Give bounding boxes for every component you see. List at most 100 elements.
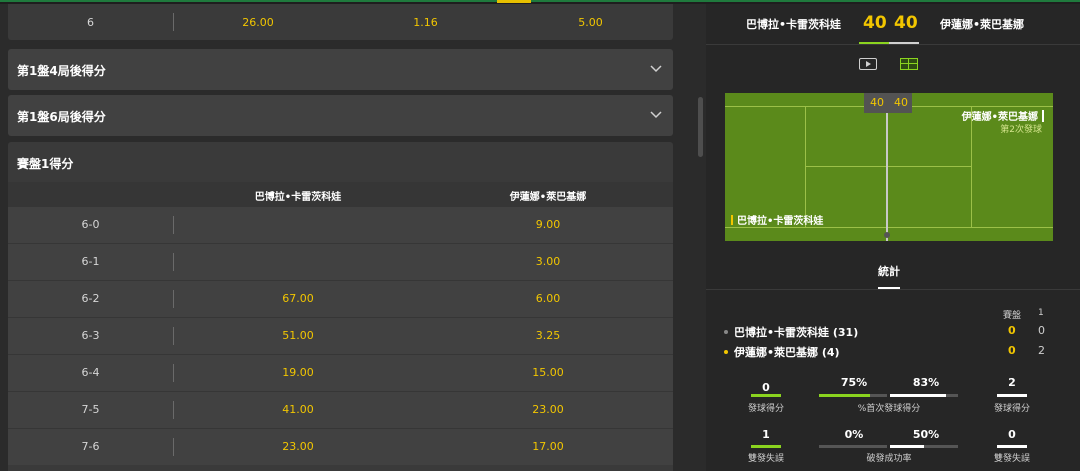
court-score1: 40 [870, 96, 884, 109]
odds-cell[interactable]: 19.00 [173, 366, 423, 379]
odds-cell[interactable]: 1.16 [343, 16, 508, 29]
stat-label: %首次發球得分 [857, 404, 921, 414]
table-row: 6-3 51.00 3.25 [8, 317, 673, 354]
divider [706, 289, 1080, 290]
accordion-title: 第1盤4局後得分 [17, 64, 106, 78]
set-header-number: 1 [1038, 308, 1044, 318]
divider [706, 44, 1080, 45]
stat-bar [890, 445, 924, 448]
odds-cell[interactable]: 67.00 [173, 292, 423, 305]
stat-value: 0 [762, 381, 770, 394]
odds-cell[interactable]: 9.00 [423, 218, 673, 231]
score-label: 6-1 [81, 255, 100, 268]
table-header: 巴博拉•卡雷茨科娃 伊蓮娜•萊巴基娜 [8, 182, 673, 206]
stat-value: 1 [762, 428, 770, 441]
odds-cell[interactable]: 41.00 [173, 403, 423, 416]
row-label: 6 [87, 16, 94, 29]
stat-label: 雙發失誤 [993, 454, 1030, 464]
chevron-down-icon[interactable] [649, 61, 663, 75]
player-points: 0 [1008, 344, 1016, 357]
score-label: 7-6 [81, 440, 100, 453]
odds-cell[interactable]: 3.00 [423, 255, 673, 268]
table-row: 6-2 67.00 6.00 [8, 280, 673, 317]
serve-note: 第2次發球 [1000, 125, 1042, 135]
stat-bar [997, 394, 1027, 397]
stat-label: 雙發失誤 [747, 454, 784, 464]
stat-value: 75% [840, 376, 868, 389]
table-row: 6-0 9.00 [8, 206, 673, 243]
player-row: 巴博拉•卡雷茨科娃 (31) [724, 324, 858, 340]
stat-value: 2 [1008, 376, 1016, 389]
market-title: 賽盤1得分 [17, 157, 74, 171]
set1-score-market: 賽盤1得分 巴博拉•卡雷茨科娃 伊蓮娜•萊巴基娜 6-0 9.00 6-1 3.… [8, 142, 673, 471]
column-header-player2: 伊蓮娜•萊巴基娜 [509, 192, 587, 203]
scoreboard-score2: 40 [894, 13, 918, 33]
stat-value: 0% [844, 428, 864, 441]
odds-row: 6 26.00 1.16 5.00 [8, 4, 673, 40]
tab-stats[interactable]: 統計 [878, 263, 900, 279]
player-set1: 0 [1038, 324, 1045, 337]
top-active-indicator [497, 0, 531, 3]
score-label: 6-3 [81, 329, 100, 342]
stat-label: 破發成功率 [866, 454, 912, 464]
odds-cell[interactable]: 5.00 [508, 16, 673, 29]
stat-bar [819, 394, 870, 397]
set-header-label: 賽盤 [1003, 311, 1022, 321]
stat-value: 50% [912, 428, 940, 441]
table-row: 6-4 19.00 15.00 [8, 354, 673, 391]
score-label: 6-4 [81, 366, 100, 379]
live-match-panel: 巴博拉•卡雷茨科娃 40 40 伊蓮娜•萊巴基娜 40 40 伊蓮娜•萊巴基娜 … [706, 4, 1080, 471]
player2-dot-icon [724, 350, 728, 354]
player-points: 0 [1008, 324, 1016, 337]
court-score2: 40 [894, 96, 908, 109]
player-row: 伊蓮娜•萊巴基娜 (4) [724, 344, 840, 360]
player1-dot-icon [724, 330, 728, 334]
score-label: 6-0 [81, 218, 100, 231]
court-line [971, 106, 972, 227]
tennis-court: 40 40 伊蓮娜•萊巴基娜 第2次發球 巴博拉•卡雷茨科娃 [725, 93, 1053, 241]
odds-cell[interactable]: 51.00 [173, 329, 423, 342]
table-row: 7-6 23.00 17.00 [8, 428, 673, 465]
odds-cell[interactable]: 23.00 [173, 440, 423, 453]
scoreboard-player1: 巴博拉•卡雷茨科娃 [746, 18, 842, 31]
server-name: 伊蓮娜•萊巴基娜 [962, 108, 1044, 123]
court-net [886, 93, 888, 241]
stat-bar [751, 445, 781, 448]
scoreboard-score1: 40 [863, 13, 887, 33]
player-set1: 2 [1038, 344, 1045, 357]
table-row: 6-1 3.00 [8, 243, 673, 280]
top-accent-line [0, 0, 1080, 2]
stat-bar-track [819, 445, 887, 448]
net-post [884, 232, 890, 238]
odds-cell[interactable]: 15.00 [423, 366, 673, 379]
court-score-box: 40 40 [864, 93, 912, 113]
markets-panel: 6 26.00 1.16 5.00 第1盤4局後得分 第1盤6局後得分 賽盤1得… [0, 4, 680, 471]
score-label: 7-5 [81, 403, 100, 416]
score-label: 6-2 [81, 292, 100, 305]
column-header-player1: 巴博拉•卡雷茨科娃 [254, 192, 342, 203]
player-name: 巴博拉•卡雷茨科娃 (31) [734, 326, 859, 339]
odds-cell[interactable]: 26.00 [173, 16, 343, 29]
odds-cell[interactable]: 17.00 [423, 440, 673, 453]
chevron-down-icon[interactable] [649, 107, 663, 121]
odds-cell[interactable]: 3.25 [423, 329, 673, 342]
scrollbar-thumb[interactable] [698, 97, 703, 157]
accordion-title: 第1盤6局後得分 [17, 110, 106, 124]
row-divider [173, 253, 174, 271]
stat-bar [997, 445, 1027, 448]
accordion-4-games[interactable]: 第1盤4局後得分 [8, 49, 673, 90]
accordion-6-games[interactable]: 第1盤6局後得分 [8, 95, 673, 136]
video-icon[interactable] [859, 58, 877, 70]
odds-cell[interactable]: 23.00 [423, 403, 673, 416]
court-line [805, 166, 971, 167]
row-divider [173, 216, 174, 234]
receiver-name: 巴博拉•卡雷茨科娃 [731, 212, 823, 227]
stat-value: 0 [1008, 428, 1016, 441]
court-line [725, 227, 1053, 228]
stat-bar [890, 394, 946, 397]
player-name: 伊蓮娜•萊巴基娜 (4) [734, 346, 840, 359]
stat-bar [751, 394, 781, 397]
odds-cell[interactable]: 6.00 [423, 292, 673, 305]
court-view-icon[interactable] [900, 58, 918, 70]
stat-value: 83% [912, 376, 940, 389]
